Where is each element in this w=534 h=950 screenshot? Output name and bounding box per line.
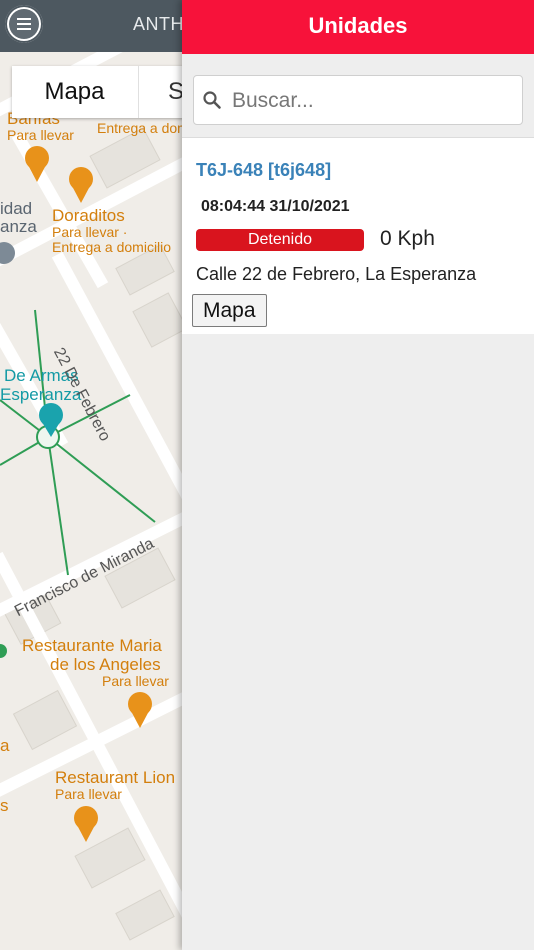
view-tabs: Mapa S bbox=[12, 66, 202, 118]
search-box[interactable] bbox=[193, 75, 523, 126]
map-place-label[interactable]: idad bbox=[0, 199, 32, 219]
map-place-sublabel: Para llevar bbox=[7, 127, 74, 143]
unit-name-link[interactable]: T6J-648 [t6j648] bbox=[196, 160, 331, 181]
map-place-sublabel: Para llevar bbox=[102, 673, 169, 689]
map-place-sublabel: Entrega a domicilio bbox=[52, 239, 172, 255]
panel-header: Unidades bbox=[182, 0, 534, 54]
map-place-label[interactable]: Restaurant Lion bbox=[55, 768, 175, 788]
unit-speed: 0 Kph bbox=[380, 227, 435, 250]
panel-title: Unidades bbox=[308, 13, 408, 38]
map-place-label: de los Angeles bbox=[50, 655, 161, 674]
map-place-label: s bbox=[0, 796, 9, 815]
units-panel: Unidades T6J-648 [t6j648] 08:04:44 31/10… bbox=[182, 0, 534, 950]
map-place-label[interactable]: Doraditos bbox=[52, 206, 125, 226]
unit-address: Calle 22 de Febrero, La Esperanza bbox=[196, 264, 477, 284]
map-place-sublabel: Para llevar · bbox=[52, 224, 128, 240]
map-place-label: a bbox=[0, 736, 10, 755]
map-place-label: anza bbox=[0, 217, 37, 236]
app-title: ANTH bbox=[133, 14, 184, 34]
search-input[interactable] bbox=[230, 76, 519, 126]
map-place-label[interactable]: Restaurante Maria bbox=[22, 636, 162, 656]
map-place-label[interactable]: Entrega a dom bbox=[97, 120, 189, 136]
tab-mapa[interactable]: Mapa bbox=[12, 66, 137, 118]
status-badge: Detenido bbox=[196, 229, 364, 251]
map-place-sublabel: Para llevar bbox=[55, 786, 122, 802]
map-button[interactable]: Mapa bbox=[192, 294, 267, 327]
search-icon bbox=[203, 91, 221, 109]
search-area bbox=[182, 54, 534, 138]
unit-card[interactable]: T6J-648 [t6j648] 08:04:44 31/10/2021 Det… bbox=[182, 138, 534, 334]
unit-timestamp: 08:04:44 31/10/2021 bbox=[201, 198, 350, 215]
menu-icon[interactable] bbox=[5, 5, 43, 43]
